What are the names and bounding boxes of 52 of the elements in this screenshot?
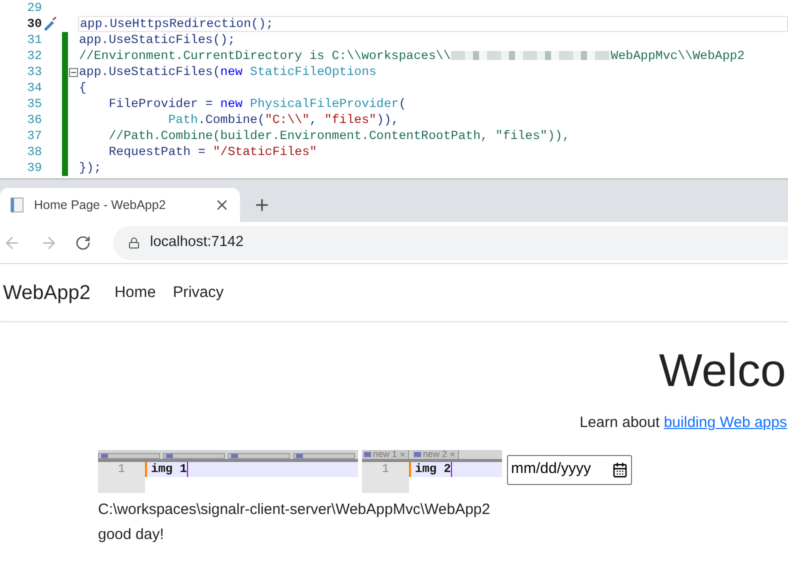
line-number: 34: [26, 80, 42, 97]
line-number: 35: [26, 96, 42, 113]
code-line: {: [78, 80, 86, 97]
file-icon: [101, 454, 108, 458]
nav-link[interactable]: Privacy: [172, 280, 224, 304]
tab-label: new 1: [373, 450, 398, 458]
code-line: //Environment.CurrentDirectory is C:\\workspaces\\ WebAppMvc\\WebApp2: [78, 48, 745, 65]
new-tab-icon[interactable]: [253, 196, 271, 214]
reload-icon[interactable]: [75, 234, 91, 250]
line-number: 33: [26, 64, 42, 81]
pencil-icon: [42, 17, 58, 31]
code-line: app.UseStaticFiles(new StaticFileOptions: [78, 64, 376, 81]
lock-icon: [128, 236, 140, 248]
close-icon: [399, 450, 406, 458]
editor-text: img 1: [151, 461, 188, 478]
nav-link[interactable]: Home: [114, 280, 156, 304]
page-icon: [10, 197, 24, 213]
line-number: 1: [118, 462, 126, 476]
brand-link[interactable]: WebApp2: [3, 278, 90, 308]
line-number: 1: [382, 462, 390, 476]
welcome-heading: Welco: [659, 343, 786, 398]
editor-text: img 2: [415, 461, 452, 478]
file-icon: [414, 452, 422, 456]
file-icon: [364, 452, 371, 456]
line-number: 39: [26, 160, 42, 177]
address-bar[interactable]: localhost:7142: [113, 226, 788, 260]
line-number: 36: [26, 112, 42, 129]
path-text: C:\workspaces\signalr-client-server\WebAppMvc\WebApp2: [98, 500, 492, 520]
docs-link[interactable]: building Web apps: [664, 414, 787, 431]
file-icon: [166, 454, 173, 458]
browser-tab[interactable]: Home Page - WebApp2: [0, 188, 240, 222]
code-line: Path.Combine("C:\\", "files")),: [167, 112, 399, 129]
tab-label: new 2: [423, 450, 448, 458]
code-line: //Path.Combine(builder.Environment.ContentRootPath, "files")),: [108, 128, 570, 145]
code-line: app.UseStaticFiles();: [78, 32, 236, 49]
code-line: RequestPath = "/StaticFiles": [108, 144, 317, 161]
calendar-icon[interactable]: [612, 462, 628, 478]
code-line: });: [78, 160, 102, 177]
code-line: FileProvider = new PhysicalFileProvider(: [108, 96, 406, 113]
line-number: 29: [26, 0, 42, 17]
line-number: 37: [26, 128, 42, 145]
line-number: 32: [26, 48, 42, 65]
file-icon: [231, 454, 238, 458]
file-icon: [296, 454, 303, 458]
close-icon: [449, 450, 456, 458]
greeting-text: good day!: [98, 525, 165, 545]
collapse-icon: [69, 68, 78, 76]
date-field[interactable]: mm/dd/yyyy: [507, 454, 632, 484]
line-number: 30: [26, 16, 42, 33]
intro-label: Learn about: [580, 414, 660, 431]
line-number: 31: [26, 32, 42, 49]
line-number: 38: [26, 144, 42, 161]
